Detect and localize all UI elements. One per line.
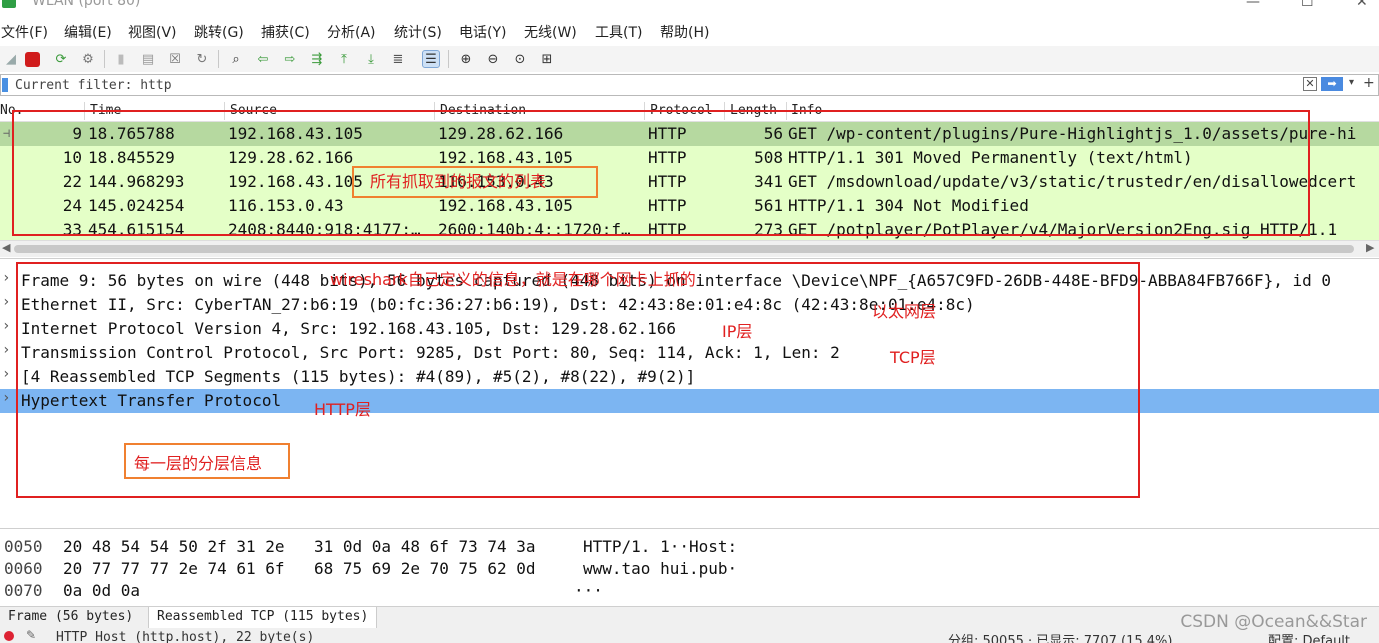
menu-wireless[interactable]: 无线(W) (524, 22, 577, 42)
tab-frame[interactable]: Frame (56 bytes) (0, 607, 142, 629)
zoom-in-icon[interactable]: ⊕ (457, 50, 475, 68)
maximize-button[interactable]: ☐ (1301, 0, 1314, 10)
menu-file[interactable]: 文件(F) (1, 22, 48, 42)
scrollbar-thumb[interactable] (14, 245, 1354, 253)
expand-arrow-icon[interactable]: › (2, 270, 10, 286)
expand-arrow-icon[interactable]: › (2, 294, 10, 310)
byte-hex[interactable]: 20 48 54 54 50 2f 31 2e (63, 537, 285, 556)
wireshark-app-icon (2, 0, 16, 8)
annotation-http: HTTP层 (314, 400, 371, 419)
zoom-out-icon[interactable]: ⊖ (484, 50, 502, 68)
menu-bar: 文件(F) 编辑(E) 视图(V) 跳转(G) 捕获(C) 分析(A) 统计(S… (0, 16, 1379, 46)
go-forward-icon[interactable]: ⇨ (281, 50, 299, 68)
bytes-row: 0060 20 77 77 77 2e 74 61 6f 68 75 69 2e… (0, 559, 737, 581)
watermark: CSDN @Ocean&&Star (1180, 612, 1367, 632)
expand-arrow-icon[interactable]: › (2, 318, 10, 334)
resize-columns-icon[interactable]: ⊞ (538, 50, 556, 68)
scroll-left-icon[interactable]: ◀ (2, 241, 10, 254)
clear-filter-icon[interactable]: ✕ (1303, 77, 1317, 91)
byte-offset: 0060 (4, 559, 43, 578)
menu-go[interactable]: 跳转(G) (194, 22, 244, 42)
shark-fin-start-icon[interactable]: ◢ (2, 50, 20, 68)
display-filter-bar: ✕ ➡ ▾ + (0, 74, 1379, 96)
menu-tools[interactable]: 工具(T) (595, 22, 642, 42)
annotation-ip: IP层 (722, 322, 753, 341)
byte-offset: 0070 (4, 581, 43, 600)
byte-offset: 0050 (4, 537, 43, 556)
close-window-button[interactable]: ✕ (1356, 0, 1368, 10)
edit-comment-icon[interactable]: ✎ (26, 628, 36, 642)
annotation-packet-list: 所有抓取到的报文的列表 (370, 172, 547, 191)
filter-dropdown-icon[interactable]: ▾ (1349, 77, 1354, 88)
tab-reassembled-tcp[interactable]: Reassembled TCP (115 bytes) (148, 607, 378, 629)
menu-analyze[interactable]: 分析(A) (327, 22, 376, 42)
menu-edit[interactable]: 编辑(E) (64, 22, 112, 42)
byte-hex[interactable]: 68 75 69 2e 70 75 62 0d (314, 559, 536, 578)
scroll-right-icon[interactable]: ▶ (1366, 241, 1374, 254)
reload-file-icon[interactable]: ↻ (193, 50, 211, 68)
menu-capture[interactable]: 捕获(C) (261, 22, 310, 42)
packet-bytes: 0050 20 48 54 54 50 2f 31 2e 31 0d 0a 48… (0, 528, 1379, 606)
open-file-icon[interactable]: ▮ (112, 50, 130, 68)
status-bar: ✎ HTTP Host (http.host), 22 byte(s) 分组: … (0, 628, 1379, 643)
bytes-tabs: Frame (56 bytes) Reassembled TCP (115 by… (0, 606, 1379, 629)
menu-statistics[interactable]: 统计(S) (394, 22, 442, 42)
first-packet-icon[interactable]: ⤒ (335, 50, 353, 68)
byte-hex[interactable]: 20 77 77 77 2e 74 61 6f (63, 559, 285, 578)
find-packet-icon[interactable]: ⌕ (227, 50, 245, 68)
toolbar-separator (448, 50, 449, 68)
menu-view[interactable]: 视图(V) (128, 22, 177, 42)
byte-hex[interactable]: 31 0d 0a 48 6f 73 74 3a (314, 537, 536, 556)
display-filter-input[interactable] (15, 76, 1295, 94)
window-title: WLAN (port 80) (32, 0, 141, 9)
go-back-icon[interactable]: ⇦ (254, 50, 272, 68)
go-to-packet-icon[interactable]: ⇶ (308, 50, 326, 68)
add-filter-icon[interactable]: + (1363, 75, 1375, 91)
main-toolbar: ◢ ⟳ ⚙ ▮ ▤ ☒ ↻ ⌕ ⇦ ⇨ ⇶ ⤒ ⤓ ≣ ☰ ⊕ ⊖ ⊙ ⊞ (0, 46, 1379, 72)
annotation-box-packet-list (12, 110, 1310, 236)
stop-capture-icon[interactable] (25, 52, 40, 67)
auto-scroll-icon[interactable]: ≣ (389, 50, 407, 68)
minimize-button[interactable]: — (1246, 0, 1260, 10)
apply-filter-arrow-icon[interactable]: ➡ (1321, 77, 1343, 91)
restart-capture-icon[interactable]: ⟳ (52, 50, 70, 68)
menu-telephony[interactable]: 电话(Y) (459, 22, 506, 42)
last-packet-icon[interactable]: ⤓ (362, 50, 380, 68)
toolbar-separator (104, 50, 105, 68)
byte-ascii[interactable]: ··· (574, 581, 603, 600)
colorize-icon[interactable]: ☰ (422, 50, 440, 68)
annotation-layers: 每一层的分层信息 (134, 454, 263, 473)
close-file-icon[interactable]: ☒ (166, 50, 184, 68)
packet-list-horizontal-scrollbar[interactable]: ◀ ▶ (0, 240, 1379, 257)
byte-ascii[interactable]: www.tao hui.pub· (583, 559, 737, 578)
normal-size-icon[interactable]: ⊙ (511, 50, 529, 68)
status-field-info: HTTP Host (http.host), 22 byte(s) (56, 630, 315, 643)
expert-info-icon[interactable] (4, 631, 14, 641)
status-packet-counts: 分组: 50055 · 已显示: 7707 (15.4%) (948, 634, 1173, 643)
bookmark-icon[interactable] (2, 78, 8, 92)
expand-arrow-icon[interactable]: › (2, 390, 10, 406)
title-bar: WLAN (port 80) — ☐ ✕ (0, 0, 1379, 14)
bytes-row: 0050 20 48 54 54 50 2f 31 2e 31 0d 0a 48… (0, 537, 737, 559)
byte-ascii[interactable]: HTTP/1. 1··Host: (583, 537, 737, 556)
annotation-tcp: TCP层 (890, 348, 936, 367)
expand-arrow-icon[interactable]: › (2, 366, 10, 382)
save-file-icon[interactable]: ▤ (139, 50, 157, 68)
annotation-ethernet: 以太网层 (872, 302, 937, 321)
expand-arrow-icon[interactable]: › (2, 342, 10, 358)
bytes-row: 0070 0a 0d 0a ··· (0, 581, 603, 603)
annotation-wireshark-note: wireshark自己定义的信息，就是在哪个网卡上抓的 (330, 270, 696, 289)
toolbar-separator (218, 50, 219, 68)
capture-options-icon[interactable]: ⚙ (79, 50, 97, 68)
menu-help[interactable]: 帮助(H) (660, 22, 709, 42)
byte-hex[interactable]: 0a 0d 0a (63, 581, 140, 600)
